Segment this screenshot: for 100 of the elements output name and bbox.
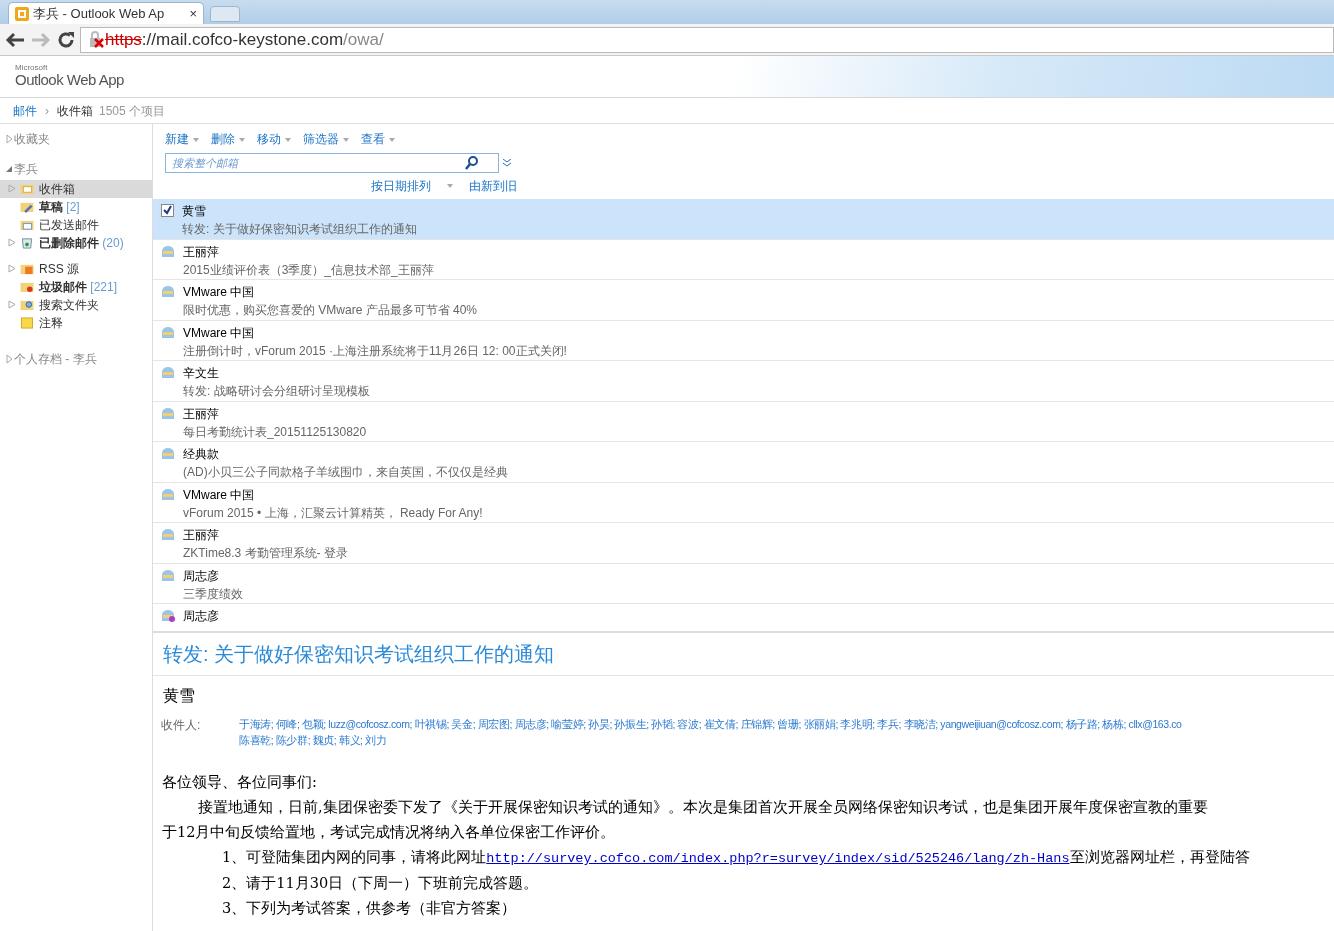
- message-subject: ZKTime8.3 考勤管理系统- 登录: [183, 545, 348, 562]
- envelope-folder-icon: [20, 183, 34, 195]
- expand-down-icon: [503, 159, 511, 167]
- message-item[interactable]: 经典款 (AD)小贝三公子同款格子羊绒围巾，来自英国，不仅仅是经典: [153, 442, 1334, 483]
- body-text: 2、请于11月30日（下周一）下班前完成答题。: [221, 874, 540, 893]
- note-icon: [20, 317, 34, 329]
- envelope-icon: [161, 568, 175, 582]
- search-folder-icon: [20, 299, 34, 311]
- dropdown-icon: [389, 137, 395, 142]
- toolbar-button[interactable]: 移动: [257, 130, 303, 148]
- rss-folder-icon: [20, 263, 34, 275]
- close-button[interactable]: ×: [189, 3, 197, 24]
- message-subject: 注册倒计时，vForum 2015 ·上海注册系统将于11月26日 12: 00正式关闭!: [183, 342, 567, 360]
- address-field[interactable]: https://mail.cofco-keystone.com/owa/: [80, 26, 1334, 53]
- sent-folder-icon: [20, 219, 34, 231]
- message-subject: 三季度绩效: [183, 585, 243, 603]
- sender-name: 黄雪: [162, 686, 196, 706]
- envelope-icon: [161, 528, 175, 541]
- tab-title: 李兵 - Outlook Web Ap: [33, 4, 166, 23]
- breadcrumb-separator: ›: [45, 102, 49, 120]
- message-subject: (AD)小贝三公子同款格子羊绒围巾，来自英国，不仅仅是经典: [183, 464, 508, 481]
- sender-name: 周志彦: [183, 608, 219, 625]
- sender-name: VMware 中国: [183, 284, 256, 301]
- body-text: 1、可登陆集团内网的同事，请将此网址http://survey.cofco.com/index.php?r=survey/index/sid/525246/lang/zh-Hans至浏览器网址栏，再登陆答: [221, 848, 1251, 868]
- message-item[interactable]: VMware 中国 注册倒计时，vForum 2015 ·上海注册系统将于11月26日 12: 00正式关闭!: [153, 320, 1334, 361]
- outlook-icon: [15, 6, 29, 21]
- body-text: 接置地通知，日前,集团保密委下发了《关于开展保密知识考试的通知》。本次是集团首次开展全员网络保密知识考试，也是集团开展年度保密宣教的重要: [197, 798, 1209, 817]
- back-icon: [4, 30, 26, 49]
- envelope-icon: [161, 366, 175, 379]
- message-title: 转发: 关于做好保密知识考试组织工作的通知: [153, 633, 1334, 676]
- meeting-icon: [161, 609, 175, 622]
- expand-icon: [8, 264, 16, 274]
- folder-item[interactable]: 注释: [0, 314, 152, 332]
- recipient-list: 陈喜乾; 陈少群; 魏贞; 韩义; 刘力: [239, 732, 1182, 748]
- message-item[interactable]: 黄雪 转发: 关于做好保密知识考试组织工作的通知: [153, 199, 1334, 240]
- envelope-icon: [161, 285, 175, 298]
- message-item[interactable]: 周志彦: [153, 604, 1334, 631]
- browser-tab[interactable]: 李兵 - Outlook Web Ap ×: [8, 2, 204, 24]
- expand-icon: [4, 134, 14, 144]
- folder-item[interactable]: 已发送邮件: [0, 216, 152, 234]
- message-item[interactable]: 王丽萍 2015业绩评价表（3季度）_信息技术部_王丽萍: [153, 239, 1334, 280]
- toolbar-button[interactable]: 筛选器: [303, 130, 361, 148]
- body-text: 各位领导、各位同事们:: [162, 773, 318, 792]
- search-icon: [465, 156, 479, 170]
- account-header[interactable]: 李兵: [0, 158, 152, 180]
- message-item[interactable]: VMware 中国 vForum 2015 • 上海，汇聚云计算精英， Ready For Any!: [153, 482, 1334, 523]
- sender-name: 王丽萍: [183, 527, 220, 544]
- recipient-list: 于海涛; 何峰; 包颖; luzz@cofcosz.com; 叶祺锡; 吴金; 周宏图; 周志彦; 喻莹婷; 孙昊; 孙振生; 孙韬; 容波; 崔文倩; 庄锦辉; 曾珊; 张丽娟; 李兆明; 李兵; 李晓洁; yangweijiuan@cofcosz.com; 杨子路; 杨栋; cllx@163.co: [239, 716, 1182, 732]
- reload-icon: [56, 29, 76, 50]
- envelope-icon: [161, 487, 175, 501]
- expand-icon: [8, 184, 16, 194]
- search-field[interactable]: 搜索整个邮箱: [165, 153, 499, 173]
- pencil-folder-icon: [20, 201, 34, 213]
- url-text: https://mail.cofco-keystone.com/owa/: [105, 28, 384, 51]
- message-item[interactable]: VMware 中国 限时优惠，购买您喜爱的 VMware 产品最多可节省 40%: [153, 280, 1334, 321]
- toolbar-button[interactable]: 查看: [361, 130, 407, 148]
- sort-order-menu[interactable]: 由新到旧: [469, 177, 517, 195]
- message-subject: 限时优惠，购买您喜爱的 VMware 产品最多可节省 40%: [183, 302, 478, 319]
- body-text: 3、下列为考试答案，供参考（非官方答案）: [221, 899, 518, 918]
- sender-name: 辛文生: [183, 365, 220, 382]
- expand-icon: [4, 354, 14, 364]
- toolbar-button[interactable]: 新建: [165, 130, 211, 148]
- favorites-header[interactable]: 收藏夹: [0, 128, 152, 150]
- folder-item[interactable]: 搜索文件夹: [0, 296, 152, 314]
- toolbar-button[interactable]: 删除: [211, 130, 257, 148]
- message-item[interactable]: 辛文生 转发: 战略研讨会分组研讨呈现模板: [153, 361, 1334, 402]
- folder-item[interactable]: 已删除邮件 (20): [0, 234, 152, 252]
- message-subject: 每日考勤统计表_20151125130820: [183, 423, 367, 441]
- dropdown-icon: [239, 137, 245, 142]
- mail-link[interactable]: 邮件: [13, 101, 37, 120]
- new-tab-button[interactable]: [210, 6, 240, 22]
- folder-title: 收件箱: [57, 102, 93, 120]
- sort-menu[interactable]: 按日期排列: [371, 177, 431, 195]
- forward-icon: [30, 30, 52, 49]
- recipients-label: 收件人:: [161, 717, 202, 734]
- sender-name: 王丽萍: [183, 405, 220, 423]
- folder-item[interactable]: 垃圾邮件 [221]: [0, 278, 152, 296]
- insecure-lock-icon: [87, 30, 105, 49]
- item-count: 1505 个项目: [99, 102, 166, 120]
- archive-header[interactable]: 个人存档 - 李兵: [0, 348, 152, 370]
- expand-icon: [8, 238, 16, 248]
- message-item[interactable]: 周志彦 三季度绩效: [153, 563, 1334, 604]
- trash-icon: [20, 237, 34, 249]
- survey-link[interactable]: http://survey.cofco.com/index.php?r=survey/index/sid/525246/lang/zh-Hans: [486, 851, 1070, 866]
- dropdown-icon: [193, 137, 199, 142]
- message-subject: 2015业绩评价表（3季度）_信息技术部_王丽萍: [183, 261, 434, 279]
- checkbox-icon: [161, 204, 174, 217]
- sender-name: 周志彦: [183, 567, 220, 585]
- message-item[interactable]: 王丽萍 ZKTime8.3 考勤管理系统- 登录: [153, 523, 1334, 564]
- dropdown-icon: [285, 137, 291, 142]
- dropdown-icon: [447, 184, 453, 188]
- expand-icon: [8, 300, 16, 310]
- folder-item[interactable]: 草稿 [2]: [0, 198, 152, 216]
- envelope-icon: [161, 406, 175, 420]
- message-item[interactable]: 王丽萍 每日考勤统计表_20151125130820: [153, 401, 1334, 442]
- folder-item[interactable]: 收件箱: [0, 180, 152, 198]
- envelope-icon: [161, 447, 175, 460]
- body-text: 于12月中旬反馈给置地，考试完成情况将纳入各单位保密工作评价。: [162, 823, 617, 842]
- folder-item[interactable]: RSS 源: [0, 260, 152, 278]
- dropdown-icon: [343, 137, 349, 142]
